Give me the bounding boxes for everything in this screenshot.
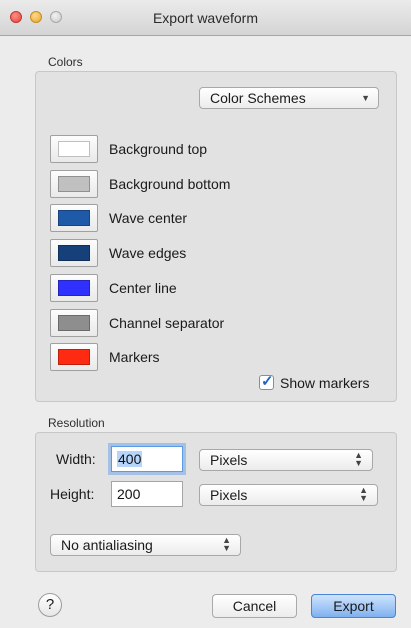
color-label: Background bottom bbox=[109, 176, 231, 192]
color-well[interactable] bbox=[50, 343, 98, 371]
color-well[interactable] bbox=[50, 170, 98, 198]
color-well[interactable] bbox=[50, 309, 98, 337]
width-label: Width: bbox=[56, 451, 96, 467]
width-unit-popup[interactable]: Pixels ▲ ▼ bbox=[199, 449, 373, 471]
window-title: Export waveform bbox=[152, 10, 259, 26]
show-markers-checkbox[interactable]: ✓ bbox=[259, 373, 274, 390]
updown-arrows-icon: ▲ ▼ bbox=[359, 485, 368, 503]
color-well[interactable] bbox=[50, 274, 98, 302]
title-bar: Export waveform bbox=[0, 0, 411, 36]
color-well[interactable] bbox=[50, 204, 98, 232]
chevron-down-icon: ▼ bbox=[361, 93, 370, 103]
width-value: 400 bbox=[117, 451, 143, 467]
color-swatch bbox=[58, 141, 90, 157]
width-input[interactable]: 400 bbox=[111, 446, 183, 472]
color-well[interactable] bbox=[50, 239, 98, 267]
updown-arrows-icon: ▲ ▼ bbox=[222, 535, 231, 553]
color-label: Wave edges bbox=[109, 245, 187, 261]
resolution-section-label: Resolution bbox=[48, 416, 105, 430]
color-swatch bbox=[58, 315, 90, 331]
height-unit-popup[interactable]: Pixels ▲ ▼ bbox=[199, 484, 378, 506]
height-value: 200 bbox=[117, 486, 141, 502]
cancel-button[interactable]: Cancel bbox=[212, 594, 297, 618]
export-button[interactable]: Export bbox=[311, 594, 396, 618]
color-label: Wave center bbox=[109, 210, 188, 226]
antialiasing-label: No antialiasing bbox=[61, 537, 153, 553]
help-icon: ? bbox=[45, 596, 55, 613]
color-well[interactable] bbox=[50, 135, 98, 163]
color-label: Channel separator bbox=[109, 315, 225, 331]
color-swatch bbox=[58, 245, 90, 261]
color-swatch bbox=[58, 210, 90, 226]
color-schemes-popup[interactable]: Color Schemes ▼ bbox=[199, 87, 379, 109]
checkmark-icon: ✓ bbox=[261, 373, 274, 390]
height-label: Height: bbox=[50, 486, 95, 502]
help-button[interactable]: ? bbox=[38, 593, 62, 617]
color-swatch bbox=[58, 280, 90, 296]
export-waveform-dialog: Export waveform Colors Color Schemes ▼ B… bbox=[0, 0, 411, 628]
color-label: Center line bbox=[109, 280, 177, 296]
color-swatch bbox=[58, 349, 90, 365]
width-unit-label: Pixels bbox=[210, 452, 248, 468]
color-schemes-popup-label: Color Schemes bbox=[210, 90, 306, 106]
antialiasing-popup[interactable]: No antialiasing ▲ ▼ bbox=[50, 534, 241, 556]
colors-section-label: Colors bbox=[48, 55, 83, 69]
color-label: Background top bbox=[109, 141, 208, 157]
height-input[interactable]: 200 bbox=[111, 481, 183, 507]
height-unit-label: Pixels bbox=[210, 487, 248, 503]
color-label: Markers bbox=[109, 349, 160, 365]
updown-arrows-icon: ▲ ▼ bbox=[354, 450, 363, 468]
color-swatch bbox=[58, 176, 90, 192]
show-markers-label: Show markers bbox=[280, 375, 370, 391]
